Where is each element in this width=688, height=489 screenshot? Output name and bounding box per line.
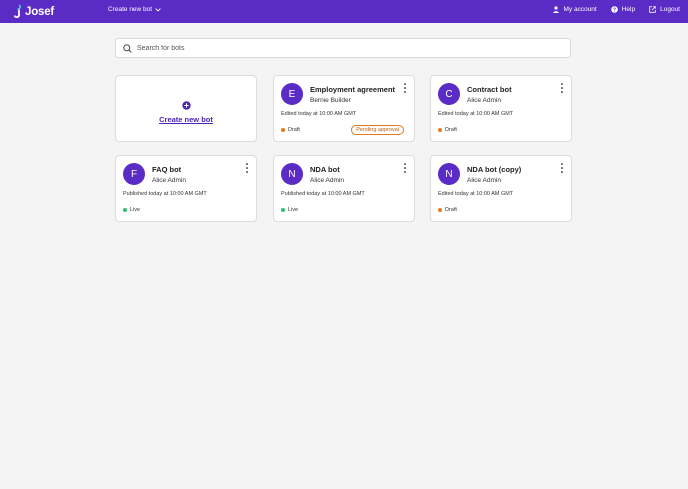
bot-edited-time: Edited today at 10:00 AM GMT: [438, 111, 514, 117]
bot-owner: Alice Admin: [152, 177, 186, 184]
header-nav: My account Help Logout: [553, 6, 680, 13]
brand-name: Josef: [25, 5, 55, 18]
bot-status: Live: [281, 207, 298, 213]
bot-edited-time: Edited today at 10:00 AM GMT: [281, 111, 357, 117]
bot-name: FAQ bot: [152, 165, 182, 174]
bot-card[interactable]: N NDA bot Alice Admin Published today at…: [273, 155, 415, 222]
create-new-bot-label: Create new bot: [159, 115, 213, 124]
bot-owner: Alice Admin: [310, 177, 344, 184]
kebab-menu-icon[interactable]: [403, 163, 407, 173]
bot-name: Contract bot: [467, 85, 512, 94]
status-dot-icon: [438, 128, 442, 132]
kebab-menu-icon[interactable]: [560, 163, 564, 173]
bot-card[interactable]: N NDA bot (copy) Alice Admin Edited toda…: [430, 155, 572, 222]
help-label: Help: [621, 6, 636, 13]
chevron-down-icon: [155, 7, 161, 12]
status-dot-icon: [123, 208, 127, 212]
bot-published-time: Published today at 10:00 AM GMT: [123, 191, 207, 197]
status-dot-icon: [281, 208, 285, 212]
bot-owner: Bernie Builder: [310, 97, 351, 104]
status-dot-icon: [438, 208, 442, 212]
status-dot-icon: [281, 128, 285, 132]
kebab-menu-icon[interactable]: [245, 163, 249, 173]
bot-status-label: Draft: [288, 127, 300, 133]
bot-status-label: Draft: [445, 127, 457, 133]
bot-avatar: N: [281, 163, 303, 185]
bot-name: NDA bot (copy): [467, 165, 522, 174]
kebab-menu-icon[interactable]: [560, 83, 564, 93]
bot-owner: Alice Admin: [467, 97, 501, 104]
bot-status-label: Draft: [445, 207, 457, 213]
logout-icon: [649, 6, 656, 13]
bot-status-label: Live: [288, 207, 299, 213]
plus-circle-icon: [181, 101, 191, 110]
logo-mark-icon: [13, 4, 22, 19]
pending-approval-badge: Pending approval: [351, 125, 404, 135]
bot-card[interactable]: F FAQ bot Alice Admin Published today at…: [115, 155, 257, 222]
create-menu-label: Create new bot: [108, 6, 153, 13]
bot-card[interactable]: C Contract bot Alice Admin Edited today …: [430, 75, 572, 142]
search-bar[interactable]: [115, 38, 571, 58]
help-link[interactable]: Help: [610, 6, 636, 13]
my-account-link[interactable]: My account: [553, 6, 597, 13]
my-account-label: My account: [563, 6, 597, 13]
user-icon: [553, 6, 560, 13]
help-circle-icon: [610, 6, 618, 13]
search-input[interactable]: [137, 44, 537, 52]
bot-owner: Alice Admin: [467, 177, 501, 184]
bot-card[interactable]: E Employment agreement Bernie Builder Ed…: [273, 75, 415, 142]
kebab-menu-icon[interactable]: [403, 83, 407, 93]
bot-published-time: Published today at 10:00 AM GMT: [281, 191, 365, 197]
top-nav-bar: Josef Create new bot My account Help Log…: [0, 0, 688, 23]
logout-link[interactable]: Logout: [649, 6, 680, 13]
create-new-bot-card[interactable]: Create new bot: [115, 75, 257, 142]
bot-name: NDA bot: [310, 165, 340, 174]
brand-logo[interactable]: Josef: [13, 3, 54, 20]
logout-label: Logout: [660, 6, 680, 13]
bot-avatar: C: [438, 83, 460, 105]
bot-status: Draft: [438, 127, 457, 133]
bot-name: Employment agreement: [310, 85, 396, 94]
bot-avatar: F: [123, 163, 145, 185]
create-new-bot-menu[interactable]: Create new bot: [108, 6, 161, 13]
bot-edited-time: Edited today at 10:00 AM GMT: [438, 191, 514, 197]
bot-avatar: E: [281, 83, 303, 105]
bot-status: Draft: [438, 207, 457, 213]
bot-status-label: Live: [130, 207, 141, 213]
bot-avatar: N: [438, 163, 460, 185]
search-icon: [123, 43, 132, 53]
bot-status: Live: [123, 207, 140, 213]
bot-status: Draft: [281, 127, 300, 133]
